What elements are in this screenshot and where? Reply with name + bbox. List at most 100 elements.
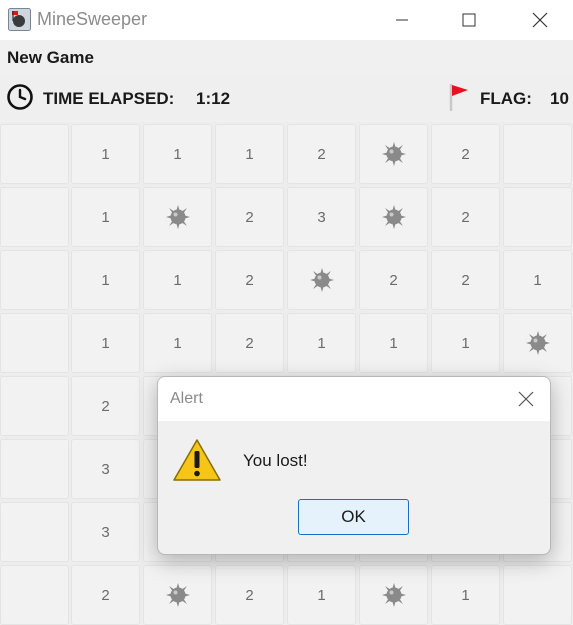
number-cell[interactable]: 2 (431, 187, 500, 247)
mine-cell[interactable] (143, 187, 212, 247)
number-cell[interactable]: 1 (143, 313, 212, 373)
cell-number: 1 (101, 145, 110, 163)
empty-cell[interactable] (0, 439, 69, 499)
cell-number: 1 (317, 586, 326, 604)
mine-cell[interactable] (359, 124, 428, 184)
number-cell[interactable]: 1 (143, 124, 212, 184)
cell-number: 3 (101, 523, 110, 541)
number-cell[interactable]: 1 (71, 124, 140, 184)
cell-number: 1 (245, 145, 254, 163)
cell-number: 2 (389, 271, 398, 289)
number-cell[interactable]: 3 (287, 187, 356, 247)
mine-icon (381, 205, 406, 229)
mine-cell[interactable] (359, 187, 428, 247)
time-elapsed-value: 1:12 (196, 89, 231, 108)
cell-number: 2 (461, 271, 470, 289)
number-cell[interactable]: 1 (71, 187, 140, 247)
ok-button[interactable]: OK (298, 499, 409, 535)
mine-cell[interactable] (359, 565, 428, 625)
empty-cell[interactable] (0, 565, 69, 625)
mine-icon (309, 268, 334, 292)
cell-number: 1 (101, 271, 110, 289)
empty-cell[interactable] (0, 187, 69, 247)
number-cell[interactable]: 1 (431, 565, 500, 625)
number-cell[interactable]: 2 (71, 376, 140, 436)
number-cell[interactable]: 1 (143, 250, 212, 310)
number-cell[interactable]: 2 (287, 124, 356, 184)
cell-number: 2 (317, 145, 326, 163)
mine-cell[interactable] (143, 565, 212, 625)
cell-number: 1 (101, 208, 110, 226)
cell-number: 2 (101, 586, 110, 604)
number-cell[interactable]: 2 (215, 187, 284, 247)
cell-number: 2 (245, 334, 254, 352)
close-icon (532, 12, 548, 28)
number-cell[interactable]: 3 (71, 439, 140, 499)
cell-number: 1 (533, 271, 542, 289)
number-cell[interactable]: 1 (71, 313, 140, 373)
cell-number: 1 (101, 334, 110, 352)
cell-number: 1 (389, 334, 398, 352)
cell-number: 3 (101, 460, 110, 478)
number-cell[interactable]: 1 (431, 313, 500, 373)
close-icon (518, 391, 534, 407)
number-cell[interactable]: 2 (215, 565, 284, 625)
mine-cell[interactable] (503, 313, 572, 373)
cell-number: 2 (245, 208, 254, 226)
cell-number: 2 (461, 208, 470, 226)
number-cell[interactable]: 2 (359, 250, 428, 310)
empty-cell[interactable] (503, 187, 572, 247)
warning-icon (173, 439, 221, 481)
close-button[interactable] (512, 0, 568, 40)
number-cell[interactable]: 2 (215, 313, 284, 373)
minimize-button[interactable] (374, 0, 430, 40)
minimize-icon (396, 19, 408, 21)
mine-icon (525, 331, 550, 355)
mine-icon (165, 205, 190, 229)
dialog-title: Alert (170, 390, 203, 407)
number-cell[interactable]: 1 (71, 250, 140, 310)
dialog-header: Alert (158, 377, 550, 421)
number-cell[interactable]: 1 (503, 250, 572, 310)
flag-count-label: FLAG: (480, 89, 532, 108)
red-flag-icon (449, 84, 468, 111)
cell-number: 1 (173, 145, 182, 163)
cell-number: 2 (101, 397, 110, 415)
alert-dialog: Alert You lost! OK (157, 376, 551, 555)
number-cell[interactable]: 3 (71, 502, 140, 562)
cell-number: 1 (461, 334, 470, 352)
dialog-close-button[interactable] (511, 385, 541, 413)
maximize-button[interactable] (441, 0, 497, 40)
number-cell[interactable]: 1 (215, 124, 284, 184)
cell-number: 2 (461, 145, 470, 163)
mine-icon (165, 583, 190, 607)
time-elapsed-label: TIME ELAPSED: (43, 89, 175, 108)
empty-cell[interactable] (0, 376, 69, 436)
dialog-message: You lost! (243, 451, 308, 470)
mine-icon (381, 583, 406, 607)
cell-number: 1 (461, 586, 470, 604)
empty-cell[interactable] (0, 313, 69, 373)
empty-cell[interactable] (0, 250, 69, 310)
empty-cell[interactable] (0, 124, 69, 184)
number-cell[interactable]: 2 (71, 565, 140, 625)
cell-number: 3 (317, 208, 326, 226)
empty-cell[interactable] (503, 124, 572, 184)
empty-cell[interactable] (503, 565, 572, 625)
cell-number: 1 (173, 271, 182, 289)
cell-number: 1 (173, 334, 182, 352)
mine-icon (381, 142, 406, 166)
window-titlebar: MineSweeper (0, 0, 573, 40)
number-cell[interactable]: 2 (215, 250, 284, 310)
number-cell[interactable]: 1 (287, 313, 356, 373)
number-cell[interactable]: 1 (287, 565, 356, 625)
number-cell[interactable]: 2 (431, 124, 500, 184)
clock-icon (7, 84, 33, 110)
empty-cell[interactable] (0, 502, 69, 562)
number-cell[interactable]: 2 (431, 250, 500, 310)
number-cell[interactable]: 1 (359, 313, 428, 373)
new-game-menu-item[interactable]: New Game (7, 48, 94, 68)
mine-cell[interactable] (287, 250, 356, 310)
minesweeper-app-icon (8, 8, 31, 31)
cell-number: 1 (317, 334, 326, 352)
